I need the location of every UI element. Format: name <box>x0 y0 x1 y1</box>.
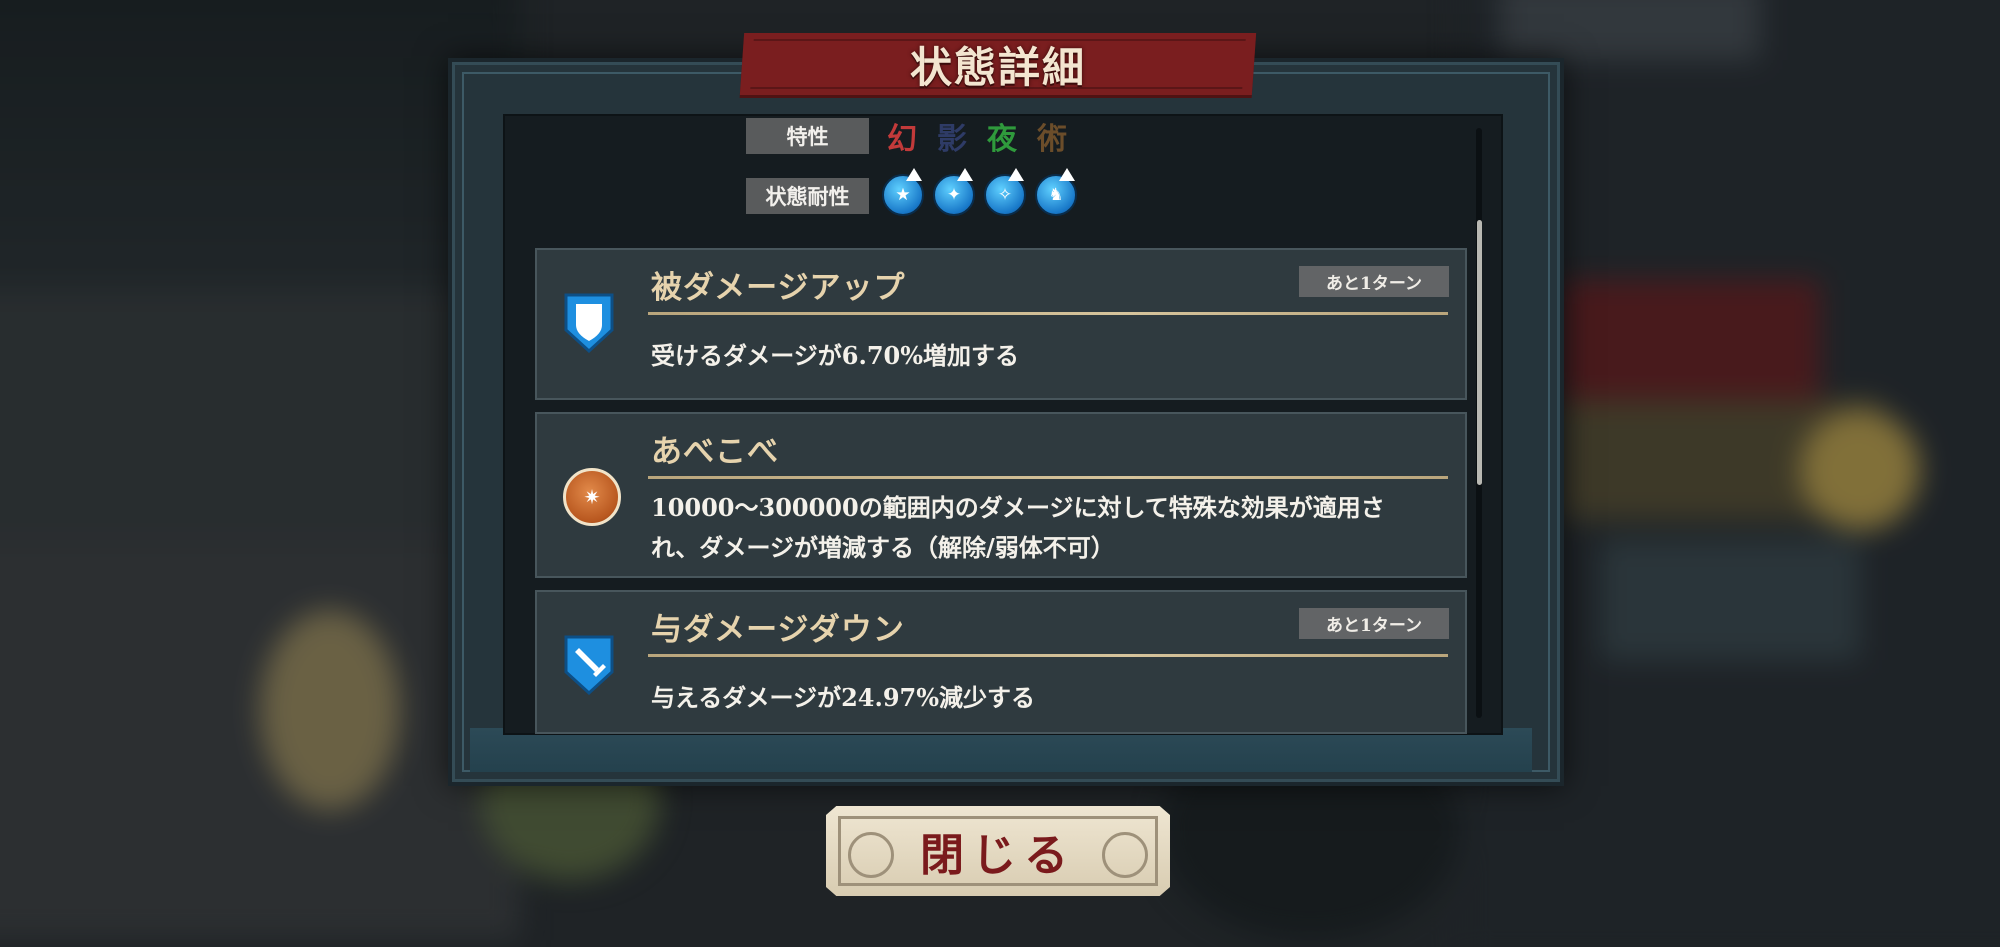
status-description: 受けるダメージが6.70%増加する <box>651 341 1020 370</box>
divider <box>648 312 1448 315</box>
night-attribute-icon: 夜 <box>987 122 1017 157</box>
scrollbar-thumb[interactable] <box>1477 220 1482 485</box>
status-card[interactable]: 与ダメージダウン あと1ターン 与えるダメージが24.97%減少する <box>535 590 1467 734</box>
resist-down-icon <box>957 168 973 181</box>
shadow-attribute-icon: 影 <box>937 122 967 157</box>
sword-shield-icon <box>564 635 614 696</box>
resist-label: 状態耐性 <box>746 178 869 214</box>
divider <box>648 476 1448 479</box>
divider <box>648 654 1448 657</box>
resist-down-icon <box>906 168 922 181</box>
resist-down-icon <box>1008 168 1024 181</box>
status-card[interactable]: 被ダメージアップ あと1ターン 受けるダメージが6.70%増加する <box>535 248 1467 400</box>
shield-icon <box>564 293 614 354</box>
swap-orb-icon: ✷ <box>563 468 621 526</box>
status-description-line: 10000～300000の範囲内のダメージに対して特殊な効果が適用さ <box>651 493 1385 522</box>
status-name: あべこべ <box>651 434 779 470</box>
trait-label: 特性 <box>746 118 869 154</box>
illusion-attribute-icon: 幻 <box>887 122 917 157</box>
status-name: 被ダメージアップ <box>651 270 906 306</box>
status-card[interactable]: ✷ あべこべ 10000～300000の範囲内のダメージに対して特殊な効果が適用… <box>535 412 1467 578</box>
close-button[interactable]: 閉じる <box>826 806 1170 896</box>
dialog-title: 状態詳細 <box>909 42 1086 92</box>
status-name: 与ダメージダウン <box>651 612 905 648</box>
status-description: 与えるダメージが24.97%減少する <box>651 683 1036 712</box>
resist-down-icon <box>1059 168 1075 181</box>
turns-remaining-badge: あと1ターン <box>1299 266 1449 297</box>
status-description-line: れ、ダメージが増減する（解除/弱体不可） <box>651 533 1115 562</box>
turns-remaining-badge: あと1ターン <box>1299 608 1449 639</box>
status-description: 10000～300000の範囲内のダメージに対して特殊な効果が適用さ れ、ダメー… <box>651 488 1441 568</box>
close-button-label: 閉じる <box>920 830 1076 881</box>
art-attribute-icon: 術 <box>1037 122 1067 157</box>
